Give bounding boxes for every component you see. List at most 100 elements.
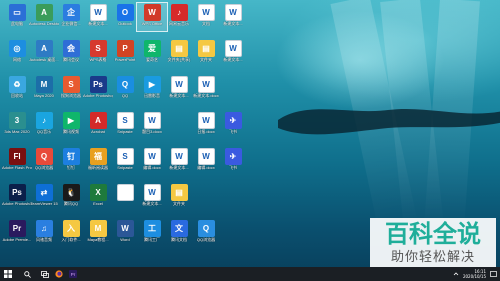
desktop-icon[interactable]: ▤ 文件夹 [164, 183, 194, 211]
desktop-icon-label: 新建文本... [223, 21, 243, 26]
app-icon: Q [35, 148, 53, 165]
desktop-icon[interactable]: ♪ QQ音乐 [29, 111, 59, 139]
desktop-icon[interactable]: ✈ 飞书 [218, 111, 248, 139]
desktop-icon[interactable]: W 新建文本... [164, 75, 194, 103]
app-icon: O [116, 4, 134, 21]
desktop-icon[interactable]: ♫ 风驰音频 [29, 219, 59, 247]
desktop-icon-label: 文件夹 [200, 57, 212, 62]
desktop-icon[interactable]: 爱爱奇艺 [137, 39, 167, 67]
watermark: 百科全说 助你轻松解决 [370, 218, 496, 270]
desktop-icon[interactable]: ♻ 回收站 [2, 75, 32, 103]
desktop-icon[interactable]: S 搜狗浏览器 [56, 75, 86, 103]
desktop-icon-label: QQ浏览器 [34, 165, 54, 170]
desktop-icon[interactable]: W 新建文本... [164, 147, 194, 175]
desktop-icon[interactable]: ⇄ TeamViewer 15 [29, 183, 59, 211]
desktop-icon-label: 福昕阅读器 [88, 165, 108, 170]
desktop-icon[interactable]: A Autodesk 桌面... [29, 39, 59, 67]
desktop-icon-label: 新建文本.docx [193, 93, 219, 98]
desktop-icon-label: Adobe Photoshop... [83, 93, 113, 98]
desktop-icon[interactable]: W 新建文本... [137, 183, 167, 211]
desktop-icon[interactable]: W WPS Office [136, 2, 168, 32]
desktop-icon[interactable]: S Snipaste [110, 111, 140, 139]
search-button[interactable] [16, 267, 38, 281]
desktop-icon[interactable]: 钉钉钉 [56, 147, 86, 175]
app-icon: W [143, 184, 161, 201]
desktop-icon[interactable]: W 编辑.docx [137, 147, 167, 175]
desktop-icon[interactable] [110, 183, 140, 211]
desktop-icon[interactable]: 企企业微信... [56, 3, 86, 31]
notification-icon[interactable] [490, 270, 497, 278]
desktop-icon[interactable]: O Outlook [110, 3, 140, 31]
app-icon: A [35, 4, 53, 21]
app-icon: ▤ [170, 184, 188, 201]
desktop-icon[interactable]: Pr Adobe Premie... [2, 219, 32, 247]
desktop-icon-label: 新建文本... [169, 93, 189, 98]
desktop-icon-label: 编辑.docx [197, 165, 215, 170]
desktop-icon-label: 搜狗浏览器 [61, 93, 81, 98]
watermark-subtitle: 助你轻松解决 [390, 250, 475, 265]
taskbar-app-premiere[interactable]: Pr [66, 267, 80, 281]
desktop-icon[interactable]: Q QQ浏览器 [29, 147, 59, 175]
desktop-background: ▭ 此电脑 ◎ 网络 ♻ 回收站 3 3ds Max 2020 Fl Adobe Flash Pr… [0, 0, 500, 281]
desktop-icon[interactable]: Q QQ [110, 75, 140, 103]
desktop-icon[interactable]: 3 3ds Max 2020 [2, 111, 32, 139]
taskbar-app-firefox[interactable] [52, 267, 66, 281]
desktop-icon[interactable]: ▶ 腾讯视频 [56, 111, 86, 139]
firefox-icon [55, 270, 63, 278]
app-icon: Q [116, 76, 134, 93]
desktop-icon[interactable]: A Acrobat [83, 111, 113, 139]
desktop-icon[interactable]: W 题目3.docx [137, 111, 167, 139]
desktop-icon-label: 腾讯QQ [63, 201, 79, 206]
desktop-icon[interactable]: AAutodesk Desktop... [29, 3, 59, 31]
taskbar: Pr 16:11 2020/10/15 [0, 267, 500, 281]
desktop-icon[interactable]: W 文档 [191, 3, 221, 31]
desktop-icon[interactable]: 文腾讯文档 [164, 219, 194, 247]
app-icon: ✈ [224, 148, 242, 165]
desktop-icon-label: 腾讯文档 [171, 237, 187, 242]
desktop-icon[interactable]: ▤ 文件夹 [191, 39, 221, 67]
desktop-icon[interactable]: ✈ 飞书 [218, 147, 248, 175]
desktop-icon[interactable]: 会腾讯会议 [56, 39, 86, 67]
chevron-up-icon[interactable] [453, 271, 459, 277]
desktop-icon[interactable]: S Snipaste [110, 147, 140, 175]
desktop-icon-label: Autodesk 桌面... [29, 57, 59, 62]
desktop-icon[interactable]: W 编辑.docx [191, 147, 221, 175]
desktop-icon[interactable]: FlAdobe Flash Prof... [2, 147, 32, 175]
desktop-icon-label: Autodesk Desktop... [29, 21, 59, 26]
desktop-icon[interactable]: M Maya教程... [83, 219, 113, 247]
desktop-icon-label: 飞书 [229, 165, 237, 170]
desktop-icon[interactable]: S WPS表格 [83, 39, 113, 67]
desktop-icon[interactable]: W 日报.docx [191, 111, 221, 139]
desktop-icon-label: 爱奇艺 [146, 57, 158, 62]
desktop-icon[interactable]: ◎ 网络 [2, 39, 32, 67]
desktop-icon[interactable]: 福福昕阅读器 [83, 147, 113, 175]
desktop-icon[interactable]: ♪ 网易云音乐 [164, 3, 194, 31]
desktop-icon[interactable]: ▤ 文件夹(共享) [164, 39, 194, 67]
desktop-icon-label: WPS Office [141, 21, 163, 26]
desktop-icon[interactable]: W 新建文本.docx [191, 75, 221, 103]
start-button[interactable] [0, 267, 16, 281]
desktop-icon[interactable]: W Word [110, 219, 140, 247]
desktop-icon-label: 入门软件... [61, 237, 81, 242]
app-icon: W [197, 4, 215, 21]
desktop-icon[interactable]: W 新建文本... [218, 39, 248, 67]
desktop-icon[interactable]: Ps Adobe Photosho... [2, 183, 32, 211]
clock-date: 2020/10/15 [462, 274, 486, 279]
desktop-icon[interactable]: Q QQ浏览器 [191, 219, 221, 247]
taskbar-app-task-view[interactable] [38, 267, 52, 281]
desktop-icon[interactable]: W 新建文本... [218, 3, 248, 31]
desktop-icon[interactable]: 入入门软件... [56, 219, 86, 247]
desktop-icon[interactable]: P PowerPoint [110, 39, 140, 67]
desktop-icon[interactable]: PsAdobe Photoshop... [83, 75, 113, 103]
desktop-icon[interactable]: X Excel [83, 183, 113, 211]
desktop-icon[interactable]: 工腾讯工厂 [137, 219, 167, 247]
desktop-icon-label: Excel [93, 201, 103, 206]
desktop-icon[interactable]: W 新建文本... [83, 3, 113, 31]
desktop-icon[interactable]: 🐧 腾讯QQ [56, 183, 86, 211]
desktop-icon[interactable]: ▶ 迅雷影音 [137, 75, 167, 103]
desktop-icon[interactable]: M Maya 2020 [29, 75, 59, 103]
desktop-icon[interactable]: ▭ 此电脑 [2, 3, 32, 31]
desktop-icon-label: 飞书 [229, 129, 237, 134]
app-icon: A [89, 112, 107, 129]
taskbar-clock[interactable]: 16:11 2020/10/15 [463, 269, 486, 279]
